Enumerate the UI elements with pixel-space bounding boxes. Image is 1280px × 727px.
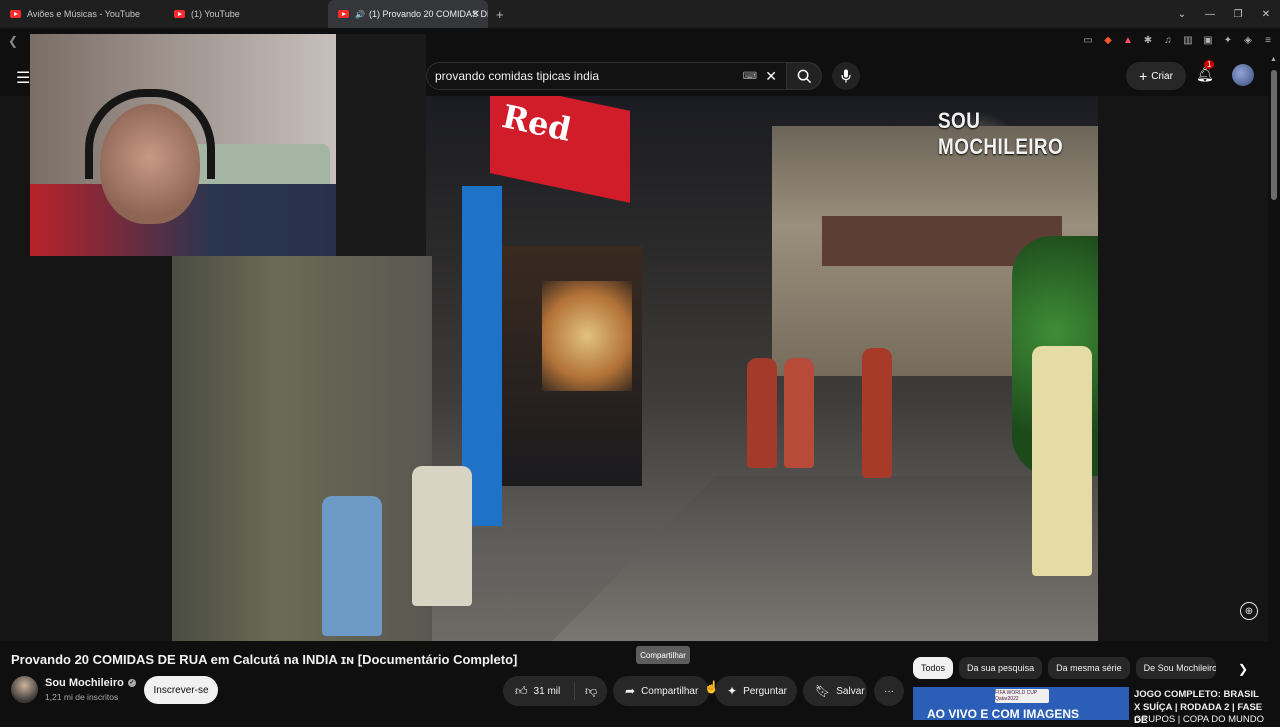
microphone-icon: [841, 69, 851, 83]
minimize-button[interactable]: —: [1196, 9, 1224, 20]
speaker-icon[interactable]: 🔊: [355, 10, 365, 19]
browser-tabstrip: Aviões e Músicas - YouTube (1) YouTube 🔊…: [0, 0, 1280, 28]
ask-button[interactable]: ✦ Perguntar: [715, 676, 797, 706]
share-label: Compartilhar: [641, 685, 699, 697]
video-scene-person: [1032, 346, 1092, 576]
scroll-up-icon[interactable]: ▲: [1270, 56, 1277, 63]
thumbnail-banner: AO VIVO E COM IMAGENS: [927, 707, 1080, 720]
window-controls: ⌄ — ❐ ✕: [1168, 0, 1280, 28]
search-button[interactable]: [786, 62, 822, 90]
page-scrollbar[interactable]: ▲: [1268, 54, 1280, 720]
search-icon: [797, 69, 811, 83]
chip-todos[interactable]: Todos: [913, 657, 954, 679]
youtube-favicon-icon: [10, 10, 21, 18]
subscribe-button[interactable]: Inscrever-se: [144, 676, 218, 704]
fifa-logo: FIFA WORLD CUP Qatar2022: [995, 689, 1049, 703]
vpn-icon[interactable]: ◈: [1242, 34, 1254, 46]
leo-icon[interactable]: ✦: [1222, 34, 1234, 46]
more-actions-button[interactable]: ···: [874, 676, 904, 706]
video-scene-person: [412, 466, 472, 606]
chip-da-sua-pesquisa[interactable]: Da sua pesquisa: [959, 657, 1043, 679]
channel-avatar[interactable]: [11, 676, 38, 703]
new-tab-button[interactable]: +: [496, 7, 504, 22]
music-icon[interactable]: ♫: [1162, 34, 1174, 46]
save-button[interactable]: 🔖︎ Salvar: [803, 676, 867, 706]
tab-current-video[interactable]: 🔊 (1) Provando 20 COMIDAS DE ✕: [328, 0, 488, 28]
chevron-right-icon[interactable]: ❯: [1238, 662, 1248, 676]
more-icon: ···: [884, 685, 894, 697]
recommendation-thumbnail[interactable]: FIFA WORLD CUP Qatar2022 AO VIVO E COM I…: [913, 687, 1129, 720]
search-query: provando comidas tipicas india: [435, 69, 600, 83]
globe-icon[interactable]: ⊕: [1240, 602, 1258, 620]
back-icon[interactable]: ❮: [8, 34, 18, 48]
close-tab-icon[interactable]: ✕: [472, 9, 480, 20]
brave-shield-icon[interactable]: ◆: [1102, 34, 1114, 46]
subscriber-count: 1,21 mi de inscritos: [45, 692, 119, 702]
tab-label: (1) Provando 20 COMIDAS DE: [368, 9, 488, 19]
video-scene-shop-light: [542, 281, 632, 391]
tab-avioes[interactable]: Aviões e Músicas - YouTube: [0, 0, 164, 28]
create-button[interactable]: + Criar: [1126, 62, 1186, 90]
notifications-button[interactable]: 🔔︎ 1: [1196, 60, 1215, 83]
like-dislike-group: 👍︎ 31 mil 👎︎: [503, 676, 607, 706]
save-label: Salvar: [836, 685, 865, 697]
like-count: 31 mil: [533, 685, 561, 697]
bookmark-icon: 🔖︎: [815, 684, 831, 698]
hamburger-menu-icon[interactable]: ☰: [16, 68, 30, 88]
restore-button[interactable]: ❐: [1224, 9, 1252, 20]
close-window-button[interactable]: ✕: [1252, 9, 1280, 20]
create-label: Criar: [1151, 70, 1173, 82]
rewards-icon[interactable]: ▲: [1122, 34, 1134, 46]
video-scene-person: [322, 496, 382, 636]
channel-name: Sou Mochileiro: [45, 677, 124, 689]
video-scene-person: [784, 358, 814, 468]
channel-name-link[interactable]: Sou Mochileiro ✓: [45, 677, 136, 689]
tab-label: (1) YouTube: [191, 9, 240, 19]
video-scene-person: [747, 358, 777, 468]
share-button[interactable]: ➦ Compartilhar: [613, 676, 709, 706]
video-title: Provando 20 COMIDAS DE RUA em Calcutá na…: [11, 652, 518, 667]
ask-label: Perguntar: [743, 685, 787, 697]
account-avatar[interactable]: [1232, 64, 1254, 86]
recommendation-chips: Todos Da sua pesquisa Da mesma série De …: [913, 657, 1216, 679]
sidebar-icon[interactable]: ▥: [1182, 34, 1194, 46]
wallet-icon[interactable]: ▣: [1202, 34, 1214, 46]
mouse-cursor-icon: ☝: [704, 680, 719, 694]
plus-icon: +: [1139, 68, 1148, 84]
share-tooltip: Compartilhar: [636, 646, 690, 664]
tab-youtube-home[interactable]: (1) YouTube: [164, 0, 328, 28]
video-scene-street: [552, 476, 1098, 641]
webcam-dark-area: [336, 34, 426, 256]
scrollbar-thumb[interactable]: [1271, 70, 1277, 200]
keyboard-icon[interactable]: ⌨: [743, 71, 757, 82]
cast-icon[interactable]: ▭: [1082, 34, 1094, 46]
sparkle-icon: ✦: [727, 684, 738, 698]
tab-label: Aviões e Músicas - YouTube: [27, 9, 141, 19]
dislike-button[interactable]: 👎︎: [575, 684, 597, 699]
youtube-favicon-icon: [174, 10, 185, 18]
tab-search-button[interactable]: ⌄: [1168, 9, 1196, 20]
thumbs-down-icon: 👎︎: [585, 683, 598, 698]
voice-search-button[interactable]: [832, 62, 860, 90]
thumbs-up-icon: 👍︎: [515, 683, 528, 698]
verified-icon: ✓: [127, 679, 136, 687]
video-scene-person: [862, 348, 892, 478]
share-icon: ➦: [625, 684, 636, 698]
chip-da-mesma-serie[interactable]: Da mesma série: [1048, 657, 1130, 679]
menu-icon[interactable]: ≡: [1262, 34, 1274, 46]
chip-de-sou-mochileiro[interactable]: De Sou Mochileiro: [1135, 657, 1216, 679]
search-input[interactable]: provando comidas tipicas india ⌨ ✕: [426, 62, 788, 90]
like-button[interactable]: 👍︎ 31 mil: [503, 682, 575, 700]
extensions-icon[interactable]: ✱: [1142, 34, 1154, 46]
youtube-favicon-icon: [338, 10, 349, 18]
clear-search-icon[interactable]: ✕: [765, 68, 777, 85]
video-scene-wall: [172, 256, 432, 641]
webcam-overlay: [30, 34, 426, 256]
channel-watermark: SOU MOCHILEIRO: [938, 108, 1064, 159]
extension-icons: ▭ ◆ ▲ ✱ ♫ ▥ ▣ ✦ ◈ ≡: [1082, 34, 1274, 46]
